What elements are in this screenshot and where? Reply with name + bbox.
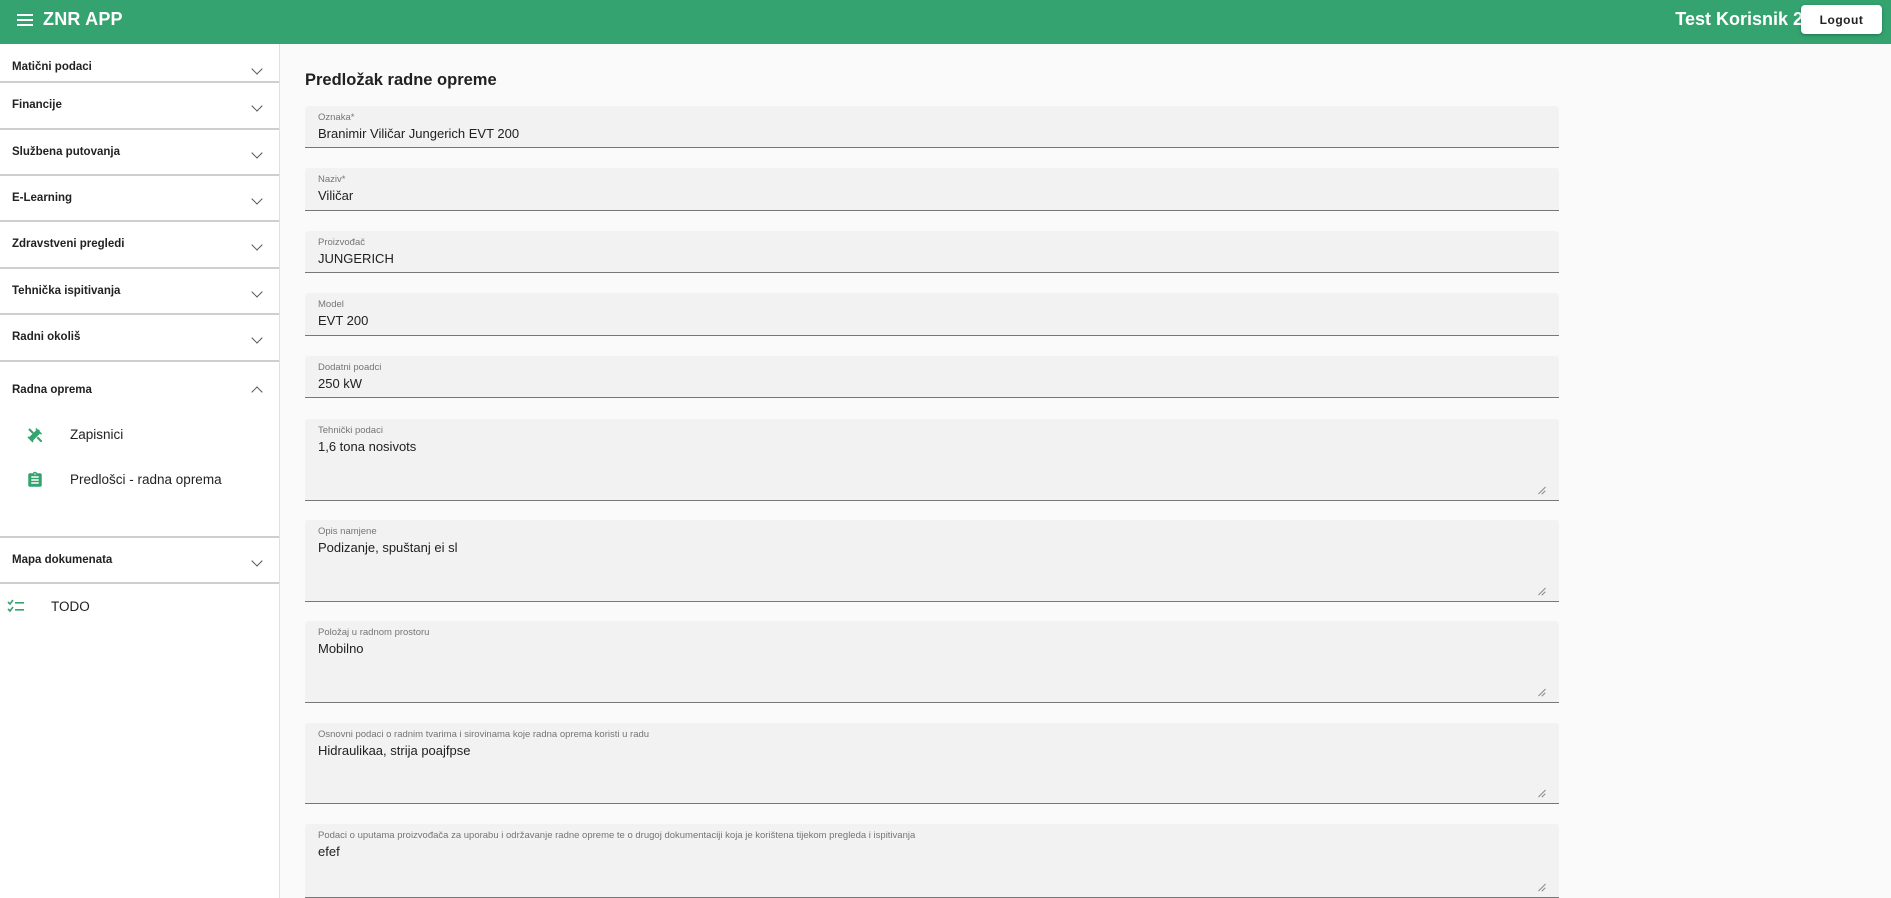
field-value[interactable]: Podizanje, spuštanj ei sl (318, 540, 457, 555)
section-header[interactable]: Radni okoliš (0, 315, 279, 360)
opis-namjene-textarea[interactable]: Opis namjene Podizanje, spuštanj ei sl (305, 520, 1559, 602)
field-value[interactable]: Viličar (318, 188, 353, 203)
chevron-down-icon (251, 332, 263, 344)
sidebar-item-label: Zapisnici (70, 427, 124, 442)
sidebar-item-zapisnici[interactable]: Zapisnici (0, 416, 279, 456)
section-label: Financije (12, 99, 62, 111)
section-header[interactable]: Zdravstveni pregledi (0, 222, 279, 267)
field-value[interactable]: 1,6 tona nosivots (318, 439, 416, 454)
menu-icon[interactable] (17, 13, 33, 26)
section-label: E-Learning (12, 192, 73, 204)
page-title: Predložak radne opreme (305, 71, 497, 89)
naziv-field[interactable]: Naziv* Viličar (305, 168, 1559, 211)
field-label: Naziv* (318, 174, 346, 185)
section-header[interactable]: Tehnička ispitivanja (0, 269, 279, 313)
section-label: Radna oprema (12, 384, 92, 396)
section-header[interactable]: Službena putovanja (0, 130, 279, 174)
logout-button[interactable]: Logout (1801, 5, 1882, 34)
resize-handle-icon[interactable] (1537, 789, 1545, 797)
field-value[interactable]: 250 kW (318, 376, 362, 391)
field-label: Osnovni podaci o radnim tvarima i sirovi… (318, 729, 650, 740)
polozaj-textarea[interactable]: Položaj u radnom prostoru Mobilno (305, 621, 1559, 703)
field-value[interactable]: JUNGERICH (318, 251, 394, 266)
field-label: Opis namjene (318, 526, 377, 537)
chevron-down-icon (251, 555, 263, 567)
sidebar-section-zdravstveni-pregledi[interactable]: Zdravstveni pregledi (0, 222, 279, 269)
oznaka-field[interactable]: Oznaka* Branimir Viličar Jungerich EVT 2… (305, 106, 1559, 148)
section-label: Tehnička ispitivanja (12, 285, 121, 297)
tools-icon (26, 426, 44, 444)
chevron-down-icon (251, 100, 263, 112)
section-header[interactable]: Radna oprema (0, 362, 279, 412)
sidebar-item-todo[interactable]: TODO (0, 592, 279, 622)
field-value[interactable]: EVT 200 (318, 313, 368, 328)
resize-handle-icon[interactable] (1537, 688, 1545, 696)
chevron-up-icon (251, 386, 263, 398)
field-label: Proizvođač (318, 237, 365, 248)
sidebar-section-tehnicka-ispitivanja[interactable]: Tehnička ispitivanja (0, 269, 279, 315)
sidebar-section-e-learning[interactable]: E-Learning (0, 176, 279, 222)
sidebar-section-mapa-dokumenata[interactable]: Mapa dokumenata (0, 538, 279, 584)
sidebar-item-label: Predlošci - radna oprema (70, 472, 222, 487)
clipboard-icon (26, 471, 44, 489)
sidebar-section-financije[interactable]: Financije (0, 84, 279, 130)
checklist-icon (7, 599, 25, 615)
model-field[interactable]: Model EVT 200 (305, 293, 1559, 336)
chevron-down-icon (251, 147, 263, 159)
resize-handle-icon[interactable] (1537, 587, 1545, 595)
chevron-down-icon (251, 193, 263, 205)
app-header: ZNR APP Test Korisnik 2 Logout (0, 0, 1891, 44)
tehnicki-podaci-textarea[interactable]: Tehnički podaci 1,6 tona nosivots (305, 419, 1559, 501)
sidebar-item-predlosci-radna-oprema[interactable]: Predlošci - radna oprema (0, 461, 279, 501)
sidebar-section-maticni-podaci[interactable]: Matični podaci (0, 58, 279, 83)
field-value[interactable]: efef (318, 844, 340, 859)
field-label: Podaci o uputama proizvođača za uporabu … (318, 830, 916, 841)
upute-proizvodaca-textarea[interactable]: Podaci o uputama proizvođača za uporabu … (305, 824, 1559, 898)
section-label: Radni okoliš (12, 331, 81, 343)
main-content: Predložak radne opreme Oznaka* Branimir … (281, 44, 1891, 898)
field-label: Dodatni poadci (318, 362, 382, 373)
sidebar-section-sluzbena-putovanja[interactable]: Službena putovanja (0, 130, 279, 176)
sidebar-section-radna-oprema: Radna oprema Zapisnici Predlošci - radna… (0, 362, 279, 538)
chevron-down-icon (251, 286, 263, 298)
chevron-down-icon (251, 63, 263, 75)
field-label: Tehnički podaci (318, 425, 383, 436)
section-label: Mapa dokumenata (12, 554, 113, 566)
section-header[interactable]: Mapa dokumenata (0, 538, 279, 582)
sidebar-item-label: TODO (51, 599, 90, 614)
section-label: Matični podaci (12, 61, 92, 73)
resize-handle-icon[interactable] (1537, 486, 1545, 494)
field-label: Položaj u radnom prostoru (318, 627, 430, 638)
field-value[interactable]: Hidraulikaa, strija poajfpse (318, 743, 470, 758)
field-label: Model (318, 299, 344, 310)
osnovni-podaci-textarea[interactable]: Osnovni podaci o radnim tvarima i sirovi… (305, 723, 1559, 804)
field-value[interactable]: Branimir Viličar Jungerich EVT 200 (318, 126, 519, 141)
resize-handle-icon[interactable] (1537, 883, 1545, 891)
section-header[interactable]: Financije (0, 84, 279, 128)
sidebar: Matični podaci Financije Službena putova… (0, 44, 280, 898)
sidebar-section-radni-okolis[interactable]: Radni okoliš (0, 315, 279, 362)
section-label: Službena putovanja (12, 146, 120, 158)
section-header[interactable]: Matični podaci (0, 58, 279, 83)
field-label: Oznaka* (318, 112, 355, 123)
app-title: ZNR APP (43, 9, 123, 29)
dodatni-podaci-field[interactable]: Dodatni poadci 250 kW (305, 356, 1559, 398)
section-header[interactable]: E-Learning (0, 176, 279, 220)
field-value[interactable]: Mobilno (318, 641, 364, 656)
chevron-down-icon (251, 239, 263, 251)
user-name: Test Korisnik 2 (1675, 9, 1803, 29)
section-label: Zdravstveni pregledi (12, 238, 125, 250)
proizvodac-field[interactable]: Proizvođač JUNGERICH (305, 231, 1559, 273)
